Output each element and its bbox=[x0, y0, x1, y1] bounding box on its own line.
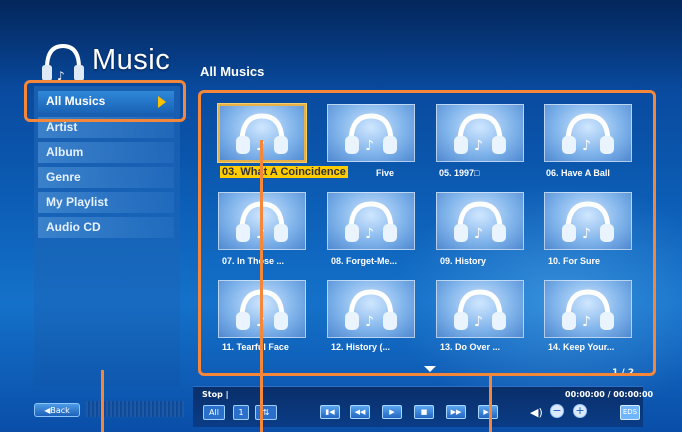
app-title: Music bbox=[92, 44, 171, 76]
back-button[interactable]: ◀Back bbox=[34, 403, 80, 417]
stop-icon: ■ bbox=[420, 408, 428, 416]
playback-status: Stop | bbox=[202, 390, 229, 399]
sidebar-item-album[interactable]: Album bbox=[38, 142, 174, 163]
sidebar-item-label: Genre bbox=[46, 170, 81, 184]
plus-icon: + bbox=[575, 404, 585, 417]
time-readout: 00:00:00 / 00:00:00 bbox=[565, 390, 654, 399]
callout-line bbox=[489, 376, 492, 432]
skip-previous-button[interactable]: ▮◀ bbox=[320, 405, 340, 419]
section-title: All Musics bbox=[200, 64, 265, 79]
callout-sidebar-highlight bbox=[24, 80, 186, 122]
back-button-label: Back bbox=[50, 406, 70, 415]
stop-button[interactable]: ■ bbox=[414, 405, 434, 419]
sidebar-item-genre[interactable]: Genre bbox=[38, 167, 174, 188]
repeat-all-button[interactable]: All bbox=[203, 405, 225, 420]
sidebar-item-label: Artist bbox=[46, 120, 78, 134]
minus-icon: − bbox=[552, 404, 562, 417]
fast-forward-button[interactable]: ▶▶ bbox=[446, 405, 466, 419]
repeat-one-button[interactable]: 1 bbox=[233, 405, 249, 420]
sidebar-item-label: Album bbox=[46, 145, 84, 159]
sidebar-item-label: Audio CD bbox=[46, 220, 101, 234]
volume-up-button[interactable]: + bbox=[573, 404, 587, 418]
play-icon: ▶ bbox=[389, 408, 395, 416]
sidebar-item-label: My Playlist bbox=[46, 195, 109, 209]
play-button[interactable]: ▶ bbox=[382, 405, 402, 419]
callout-grid-highlight bbox=[198, 90, 656, 376]
rewind-icon: ◀◀ bbox=[354, 408, 366, 416]
shuffle-button[interactable]: ⇅ bbox=[255, 405, 277, 420]
rewind-button[interactable]: ◀◀ bbox=[350, 405, 370, 419]
sidebar-item-audio-cd[interactable]: Audio CD bbox=[38, 217, 174, 238]
fast-forward-icon: ▶▶ bbox=[450, 408, 462, 416]
music-app-screen: ♪ Music All Musics All Musics Artist Alb… bbox=[0, 0, 682, 432]
volume-down-button[interactable]: − bbox=[550, 404, 564, 418]
sidebar-item-my-playlist[interactable]: My Playlist bbox=[38, 192, 174, 213]
eds-button[interactable]: EDS bbox=[620, 405, 640, 420]
callout-line bbox=[101, 370, 104, 432]
skip-next-button[interactable]: ▶▮ bbox=[478, 405, 498, 419]
callout-line bbox=[260, 140, 263, 432]
volume-icon: ◀) bbox=[530, 406, 543, 419]
skip-previous-icon: ▮◀ bbox=[325, 408, 335, 416]
